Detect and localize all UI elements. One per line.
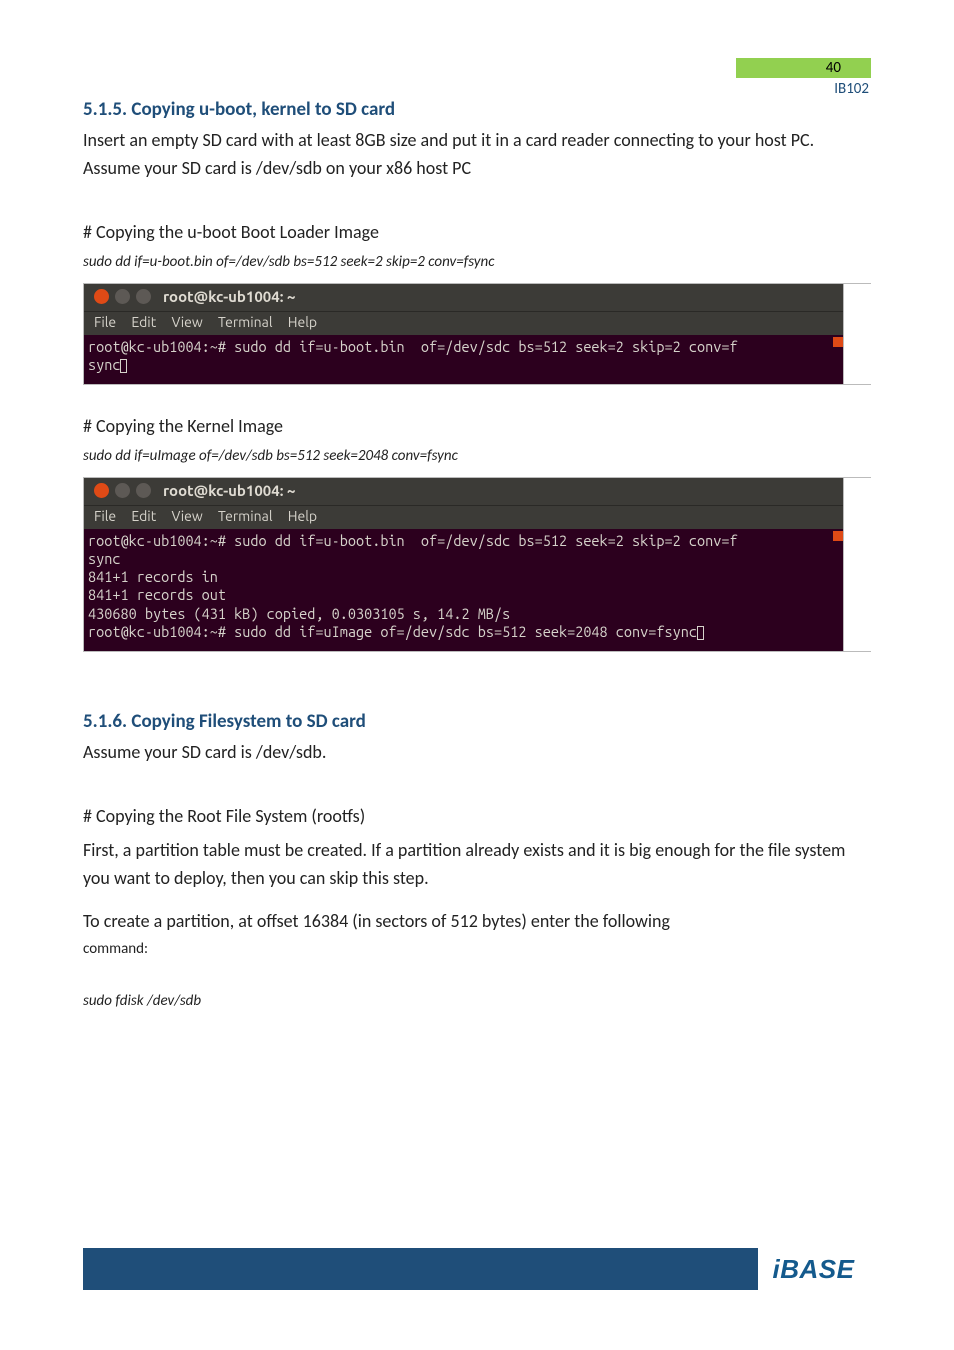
logo-text: iBASE [773, 1254, 855, 1285]
close-icon [94, 289, 109, 304]
page-number: 40 [736, 58, 871, 78]
sub-heading-uboot: # Copying the u-boot Boot Loader Image [83, 221, 871, 243]
cursor-icon [697, 626, 704, 640]
menu-file: File [94, 508, 116, 524]
terminal-window: root@kc-ub1004: ~ File Edit View Termina… [84, 478, 843, 651]
section-515-intro: Insert an empty SD card with at least 8G… [83, 127, 871, 183]
terminal-right-gutter [843, 284, 871, 384]
footer-logo: iBASE [756, 1248, 871, 1290]
terminal-window: root@kc-ub1004: ~ File Edit View Termina… [84, 284, 843, 384]
menu-edit: Edit [131, 314, 156, 330]
cursor-icon [120, 359, 127, 373]
terminal-screenshot-2: root@kc-ub1004: ~ File Edit View Termina… [83, 477, 871, 652]
menu-view: View [171, 314, 202, 330]
scrollbar-indicator-icon [833, 337, 843, 347]
terminal-line: sync [88, 550, 120, 567]
close-icon [94, 483, 109, 498]
section-516-p1: First, a partition table must be created… [83, 837, 871, 893]
terminal-line: 430680 bytes (431 kB) copied, 0.0303105 … [88, 605, 510, 622]
terminal-titlebar: root@kc-ub1004: ~ [84, 284, 843, 311]
section-heading-516: 5.1.6. Copying Filesystem to SD card [83, 710, 871, 733]
minimize-icon [115, 483, 130, 498]
terminal-menubar: File Edit View Terminal Help [84, 311, 843, 335]
command-fdisk: sudo fdisk /dev/sdb [83, 992, 871, 1010]
page-body: 5.1.5. Copying u-boot, kernel to SD card… [0, 0, 954, 1010]
section-516-intro: Assume your SD card is /dev/sdb. [83, 739, 871, 767]
menu-edit: Edit [131, 508, 156, 524]
terminal-title-text: root@kc-ub1004: ~ [163, 288, 295, 305]
terminal-line: sync [88, 356, 120, 373]
footer-blue-bar [83, 1248, 758, 1290]
terminal-line: root@kc-ub1004:~# sudo dd if=uImage of=/… [88, 623, 697, 640]
command-kernel: sudo dd if=uImage of=/dev/sdb bs=512 see… [83, 447, 871, 465]
menu-terminal: Terminal [218, 508, 273, 524]
command-uboot: sudo dd if=u-boot.bin of=/dev/sdb bs=512… [83, 253, 871, 271]
menu-terminal: Terminal [218, 314, 273, 330]
sub-heading-rootfs: # Copying the Root File System (rootfs) [83, 805, 871, 827]
terminal-menubar: File Edit View Terminal Help [84, 505, 843, 529]
terminal-title-text: root@kc-ub1004: ~ [163, 482, 295, 499]
menu-help: Help [288, 508, 317, 524]
terminal-line: root@kc-ub1004:~# sudo dd if=u-boot.bin … [88, 532, 738, 549]
terminal-line: root@kc-ub1004:~# sudo dd if=u-boot.bin … [88, 338, 738, 355]
menu-view: View [171, 508, 202, 524]
terminal-line: 841+1 records out [88, 586, 226, 603]
footer-bar: iBASE [83, 1248, 871, 1290]
menu-file: File [94, 314, 116, 330]
menu-help: Help [288, 314, 317, 330]
terminal-screenshot-1: root@kc-ub1004: ~ File Edit View Termina… [83, 283, 871, 385]
terminal-output: root@kc-ub1004:~# sudo dd if=u-boot.bin … [84, 335, 843, 384]
section-heading-515: 5.1.5. Copying u-boot, kernel to SD card [83, 98, 871, 121]
maximize-icon [136, 483, 151, 498]
section-516-p3: command: [83, 940, 871, 958]
sub-heading-kernel: # Copying the Kernel Image [83, 415, 871, 437]
minimize-icon [115, 289, 130, 304]
terminal-titlebar: root@kc-ub1004: ~ [84, 478, 843, 505]
maximize-icon [136, 289, 151, 304]
model-code: IB102 [736, 80, 871, 98]
terminal-line: 841+1 records in [88, 568, 218, 585]
terminal-right-gutter [843, 478, 871, 651]
header-badge: 40 IB102 [736, 58, 871, 98]
scrollbar-indicator-icon [833, 531, 843, 541]
section-516-p2: To create a partition, at offset 16384 (… [83, 908, 871, 936]
terminal-output: root@kc-ub1004:~# sudo dd if=u-boot.bin … [84, 529, 843, 651]
